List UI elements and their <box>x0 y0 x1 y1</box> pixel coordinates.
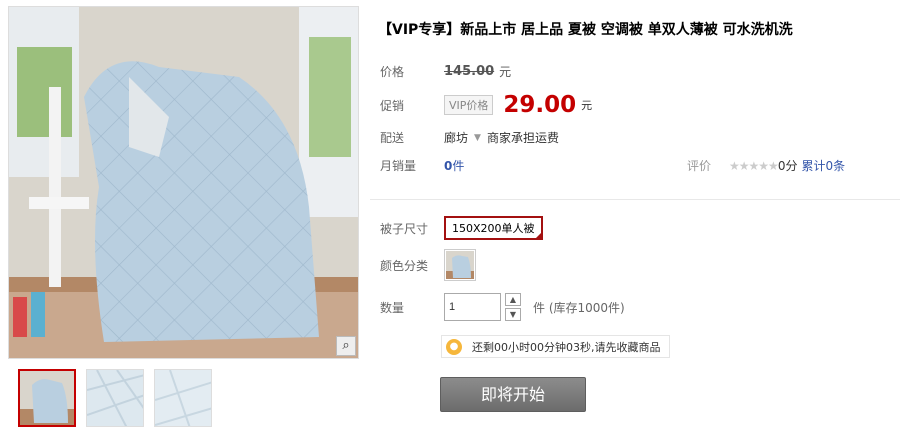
shipping-info: 商家承担运费 <box>486 131 559 145</box>
stock-info: 件 (库存1000件) <box>533 300 625 315</box>
rating-label: 评价 <box>687 159 712 173</box>
original-price: 145.00 <box>444 64 495 79</box>
quantity-stepper: ▲ ▼ <box>505 293 521 321</box>
promo-unit: 元 <box>581 99 593 112</box>
magnifier-icon[interactable]: ⌕ <box>336 336 356 356</box>
price-unit: 元 <box>499 65 512 79</box>
color-row: 颜色分类 <box>380 249 476 281</box>
promo-row: 促销 VIP价格 29.00 元 <box>380 92 592 118</box>
lightbulb-icon: ● <box>446 338 462 355</box>
coming-soon-button[interactable]: 即将开始 <box>440 377 586 412</box>
size-option-label: 150X200单人被 <box>452 222 535 235</box>
sales-row: 月销量 0 件 <box>380 157 464 174</box>
price-row: 价格 145.00 元 <box>380 63 511 80</box>
quantity-input[interactable] <box>444 293 501 321</box>
review-count-link[interactable]: 累计0条 <box>801 157 845 174</box>
thumbnail-strip <box>18 369 212 427</box>
star-rating: ★★★★★ <box>729 158 779 173</box>
color-label: 颜色分类 <box>380 258 429 273</box>
chevron-down-icon[interactable]: ▼ <box>474 133 481 143</box>
sales-unit: 件 <box>452 159 465 173</box>
chevron-up-icon[interactable]: ▲ <box>505 293 521 306</box>
quantity-label: 数量 <box>380 300 405 315</box>
countdown-text: 还剩00小时00分钟03秒,请先收藏商品 <box>472 340 661 354</box>
thumbnail-1[interactable] <box>18 369 76 427</box>
thumbnail-2[interactable] <box>86 369 144 427</box>
rating-row: 评价 ★★★★★ 0分 累计0条 <box>687 157 845 174</box>
product-title: 【VIP专享】新品上市 居上品 夏被 空调被 单双人薄被 可水洗机洗 <box>378 22 793 38</box>
sales-label: 月销量 <box>380 159 417 173</box>
size-label: 被子尺寸 <box>380 221 429 236</box>
chevron-down-icon[interactable]: ▼ <box>505 308 521 321</box>
delivery-location[interactable]: 廊坊 <box>444 129 468 146</box>
divider <box>370 199 900 200</box>
main-product-image[interactable]: ⌕ <box>8 6 359 359</box>
selected-corner-icon <box>534 232 542 239</box>
countdown-notice: ● 还剩00小时00分钟03秒,请先收藏商品 <box>441 335 670 358</box>
product-page: ⌕ 【VIP专享】新品上市 居上品 夏被 空调被 单双人薄被 可水洗机洗 价格 … <box>0 0 900 431</box>
thumbnail-3[interactable] <box>154 369 212 427</box>
sales-count: 0 <box>444 158 453 173</box>
size-option-selected[interactable]: 150X200单人被 <box>444 216 543 240</box>
vip-price-tag: VIP价格 <box>444 95 494 115</box>
color-swatch[interactable] <box>444 249 476 281</box>
promo-label: 促销 <box>380 98 405 113</box>
delivery-label: 配送 <box>380 131 405 145</box>
size-row: 被子尺寸 150X200单人被 <box>380 216 543 240</box>
delivery-row: 配送 廊坊 ▼ 商家承担运费 <box>380 129 559 146</box>
quantity-row: 数量 ▲ ▼ 件 (库存1000件) <box>380 293 625 321</box>
rating-score: 0分 <box>777 159 798 173</box>
price-label: 价格 <box>380 65 405 79</box>
promo-price: 29.00 <box>503 92 577 118</box>
